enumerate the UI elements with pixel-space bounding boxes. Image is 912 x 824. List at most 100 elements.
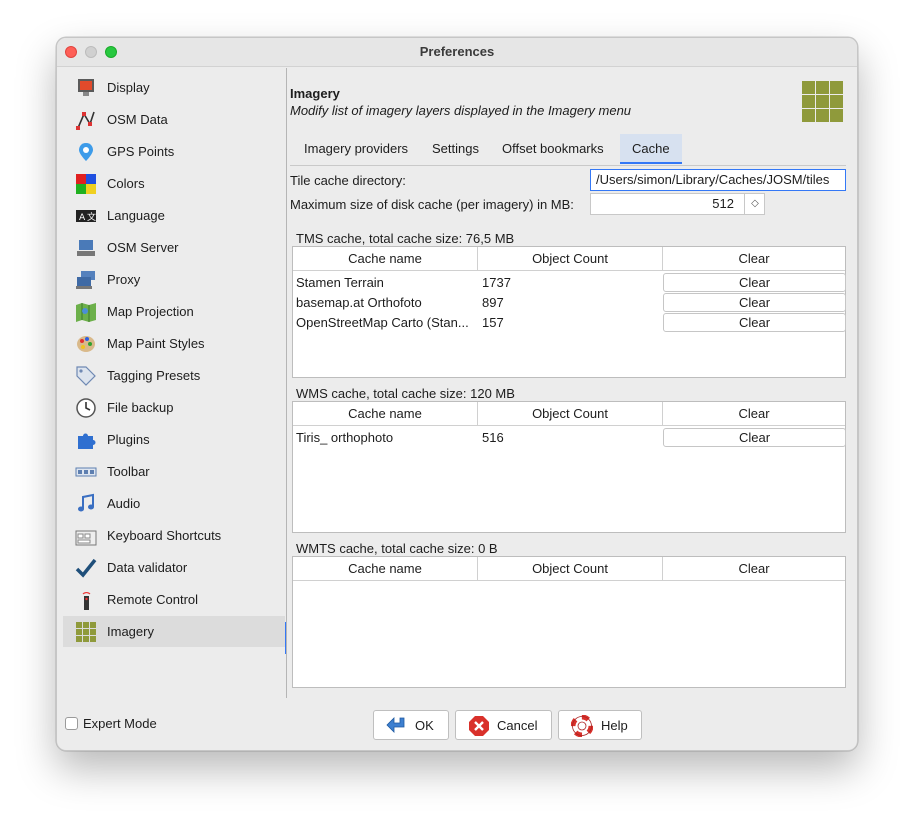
table-row[interactable]: OpenStreetMap Carto (Stan... 157 Clear — [293, 313, 846, 333]
split-pane-divider[interactable] — [286, 68, 287, 698]
object-count-cell: 516 — [482, 430, 504, 445]
svg-text:A: A — [79, 213, 86, 223]
clear-cache-button[interactable]: Clear — [663, 273, 846, 292]
proxy-icon — [76, 271, 95, 289]
sidebar-item-label: Audio — [107, 496, 141, 511]
preferences-window: Preferences Display OSM Data GPS Points … — [56, 37, 858, 751]
cache-name-cell: basemap.at Orthofoto — [296, 295, 422, 310]
title-bar[interactable]: Preferences — [57, 38, 857, 67]
cache-name-cell: Tiris_ orthophoto — [296, 430, 394, 445]
sidebar-item-remote-control[interactable]: Remote Control — [63, 584, 285, 615]
ok-button[interactable]: OK — [373, 710, 449, 740]
sidebar-item-data-validator[interactable]: Data validator — [63, 552, 285, 583]
sidebar-item-label: Map Projection — [107, 304, 194, 319]
cancel-x-icon — [469, 716, 489, 736]
lifebuoy-help-icon — [571, 715, 593, 737]
audio-icon — [78, 493, 94, 512]
sidebar-item-keyboard-shortcuts[interactable]: Keyboard Shortcuts — [63, 520, 285, 551]
sidebar-item-proxy[interactable]: Proxy — [63, 264, 285, 295]
sidebar-item-label: Toolbar — [107, 464, 150, 479]
column-header-object-count[interactable]: Object Count — [478, 557, 663, 581]
sidebar-item-colors[interactable]: Colors — [63, 168, 285, 199]
max-disk-cache-label: Maximum size of disk cache (per imagery)… — [290, 197, 574, 212]
column-header-clear[interactable]: Clear — [663, 402, 845, 426]
ok-arrow-icon — [386, 717, 405, 733]
sidebar-item-label: File backup — [107, 400, 174, 415]
sidebar-item-label: Keyboard Shortcuts — [107, 528, 222, 543]
sidebar-item-file-backup[interactable]: File backup — [63, 392, 285, 423]
wms-cache-table: Cache name Object Count Clear Tiris_ ort… — [292, 401, 846, 533]
column-header-clear[interactable]: Clear — [663, 557, 845, 581]
object-count-cell: 897 — [482, 295, 504, 310]
column-header-cache-name[interactable]: Cache name — [293, 402, 478, 426]
wms-cache-label: WMS cache, total cache size: 120 MB — [296, 386, 515, 401]
sidebar-item-label: OSM Server — [107, 240, 179, 255]
expert-mode-label: Expert Mode — [83, 716, 157, 731]
display-icon — [78, 79, 94, 96]
sidebar-item-display[interactable]: Display — [63, 72, 285, 103]
map-paint-styles-icon — [77, 336, 95, 352]
clear-cache-button[interactable]: Clear — [663, 293, 846, 312]
column-header-cache-name[interactable]: Cache name — [293, 557, 478, 581]
osm-data-icon — [76, 111, 95, 130]
tile-cache-directory-input[interactable]: /Users/simon/Library/Caches/JOSM/tiles — [590, 169, 846, 191]
keyboard-shortcuts-icon — [75, 530, 97, 546]
table-row[interactable]: Stamen Terrain 1737 Clear — [293, 273, 846, 293]
sidebar-item-map-paint-styles[interactable]: Map Paint Styles — [63, 328, 285, 359]
column-header-clear[interactable]: Clear — [663, 247, 845, 271]
tab-cache[interactable]: Cache — [620, 134, 682, 164]
wmts-cache-label: WMTS cache, total cache size: 0 B — [296, 541, 498, 556]
cache-name-cell: Stamen Terrain — [296, 275, 384, 290]
clear-cache-button[interactable]: Clear — [663, 313, 846, 332]
window-title: Preferences — [419, 44, 495, 59]
max-disk-cache-stepper[interactable]: ◇ — [744, 194, 765, 214]
sidebar-item-label: Language — [107, 208, 165, 223]
panel-title: Imagery — [290, 86, 340, 101]
sidebar-item-map-projection[interactable]: Map Projection — [63, 296, 285, 327]
object-count-cell: 157 — [482, 315, 504, 330]
panel-subtitle: Modify list of imagery layers displayed … — [290, 103, 632, 118]
cancel-button[interactable]: Cancel — [455, 710, 552, 740]
sidebar-item-gps-points[interactable]: GPS Points — [63, 136, 285, 167]
sidebar-item-osm-server[interactable]: OSM Server — [63, 232, 285, 263]
sidebar-item-label: Map Paint Styles — [107, 336, 205, 351]
plugins-icon — [78, 433, 96, 449]
preferences-sidebar: Display OSM Data GPS Points Colors A文 La… — [57, 68, 286, 708]
tagging-presets-icon — [76, 366, 96, 386]
table-row[interactable]: Tiris_ orthophoto 516 Clear — [293, 428, 846, 448]
sidebar-item-toolbar[interactable]: Toolbar — [63, 456, 285, 487]
sidebar-item-label: Colors — [107, 176, 145, 191]
sidebar-item-label: Data validator — [107, 560, 188, 575]
sidebar-item-plugins[interactable]: Plugins — [63, 424, 285, 455]
sidebar-item-imagery[interactable]: Imagery — [63, 616, 285, 647]
tab-offset-bookmarks[interactable]: Offset bookmarks — [490, 134, 616, 164]
clear-cache-button[interactable]: Clear — [663, 428, 846, 447]
tab-bar-divider — [290, 165, 846, 166]
osm-server-icon — [77, 240, 95, 256]
max-disk-cache-input[interactable]: 512 — [590, 193, 765, 215]
tms-cache-label: TMS cache, total cache size: 76,5 MB — [296, 231, 515, 246]
toolbar-icon — [75, 467, 97, 477]
data-validator-icon — [75, 558, 97, 578]
stepper-arrows-icon: ◇ — [751, 198, 759, 209]
colors-icon — [76, 174, 96, 194]
sidebar-item-audio[interactable]: Audio — [63, 488, 285, 519]
table-row[interactable]: basemap.at Orthofoto 897 Clear — [293, 293, 846, 313]
sidebar-item-label: GPS Points — [107, 144, 175, 159]
sidebar-item-osm-data[interactable]: OSM Data — [63, 104, 285, 135]
column-header-object-count[interactable]: Object Count — [478, 402, 663, 426]
help-button[interactable]: Help — [558, 710, 642, 740]
wmts-cache-table: Cache name Object Count Clear — [292, 556, 846, 688]
map-projection-icon — [76, 303, 96, 322]
imagery-icon — [76, 622, 96, 642]
expert-mode-checkbox[interactable] — [65, 717, 78, 730]
tab-imagery-providers[interactable]: Imagery providers — [292, 134, 420, 164]
column-header-cache-name[interactable]: Cache name — [293, 247, 478, 271]
tab-settings[interactable]: Settings — [420, 134, 491, 164]
object-count-cell: 1737 — [482, 275, 511, 290]
sidebar-item-language[interactable]: A文 Language — [63, 200, 285, 231]
column-header-object-count[interactable]: Object Count — [478, 247, 663, 271]
sidebar-item-label: Plugins — [107, 432, 150, 447]
sidebar-item-tagging-presets[interactable]: Tagging Presets — [63, 360, 285, 391]
sidebar-item-label: Imagery — [107, 624, 154, 639]
